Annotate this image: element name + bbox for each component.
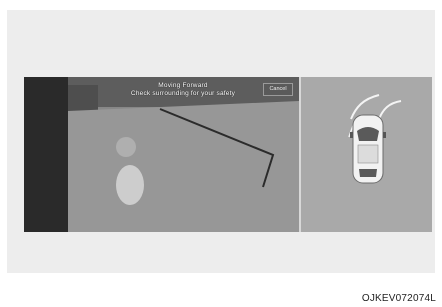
- floor-light-reflection-2: [116, 137, 136, 157]
- banner-warning: Check surrounding for your safety: [130, 90, 236, 97]
- screen-left-bezel: [24, 77, 68, 232]
- camera-banner: Moving Forward Check surrounding for you…: [108, 82, 258, 98]
- front-camera-view: Moving Forward Check surrounding for you…: [68, 77, 299, 232]
- car-top-icon: [350, 114, 386, 184]
- camera-scene: [68, 77, 299, 232]
- banner-title: Moving Forward: [158, 82, 208, 89]
- garage-floor: [68, 101, 299, 232]
- cancel-button[interactable]: Cancel: [263, 83, 293, 96]
- floor-light-reflection: [116, 165, 144, 205]
- garage-pillar: [68, 85, 98, 111]
- top-view: [301, 77, 432, 232]
- top-view-scene: [301, 77, 432, 232]
- figure-caption: OJKEV072074L: [361, 293, 436, 304]
- display-screen: Moving Forward Check surrounding for you…: [24, 77, 432, 232]
